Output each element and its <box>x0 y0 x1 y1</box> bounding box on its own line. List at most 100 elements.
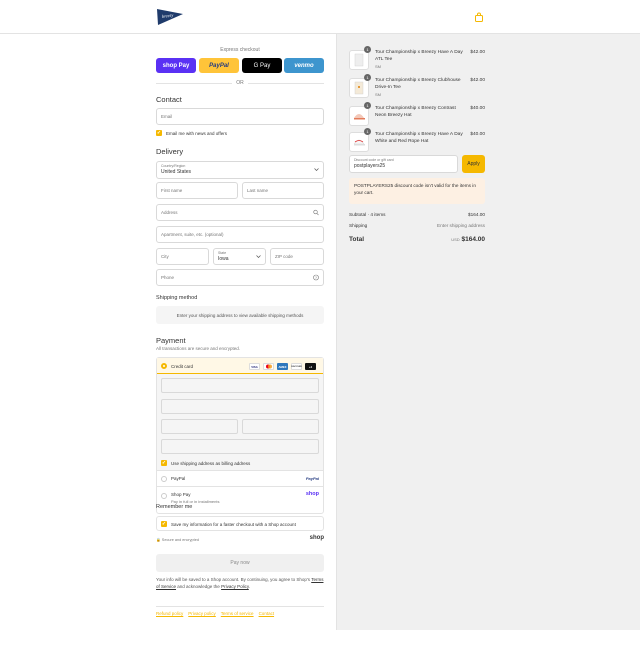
shop-pay-label: Shop Pay <box>171 492 191 497</box>
quantity-badge: 1 <box>364 128 371 135</box>
express-checkout-title: Express checkout <box>220 47 260 53</box>
zip-field[interactable]: ZIP code <box>270 248 324 265</box>
shipping-label: Shipping <box>349 223 368 228</box>
mastercard-icon <box>263 363 274 370</box>
shop-logo: shop <box>309 535 324 541</box>
or-divider: OR <box>156 79 324 87</box>
total-row: Total USD $164.00 <box>349 236 485 243</box>
cart-item: 1 Tour Championship x Breezy Have A Day … <box>349 128 485 154</box>
subtotal-value: $164.00 <box>468 212 485 217</box>
subtotal-row: Subtotal · 4 items $164.00 <box>349 212 485 217</box>
total-value: $164.00 <box>461 236 486 243</box>
shop-pay-logo: shop <box>305 491 319 497</box>
chevron-down-icon <box>314 168 319 173</box>
item-variant: SM <box>375 92 381 97</box>
quantity-badge: 1 <box>364 102 371 109</box>
shop-pay-button[interactable]: shop Pay <box>156 58 196 73</box>
secure-note: 🔒 Secure and encrypted <box>156 538 199 542</box>
credit-card-label: Credit card <box>171 363 194 369</box>
currency-code: USD <box>451 237 460 242</box>
product-image <box>349 132 369 152</box>
apply-discount-button[interactable]: Apply <box>462 155 485 173</box>
paypal-radio[interactable] <box>161 476 167 482</box>
svg-text:?: ? <box>315 275 317 279</box>
more-cards-icon: +4 <box>305 363 316 370</box>
payment-heading: Payment <box>156 336 186 345</box>
pay-now-button[interactable]: Pay now <box>156 554 324 572</box>
shop-pay-radio[interactable] <box>161 493 167 499</box>
payment-options: Credit card VISA AMEX DISCOVER +4 ✓ Use … <box>156 357 324 514</box>
save-info-label: Save my information for a faster checkou… <box>171 522 296 527</box>
credit-card-radio[interactable] <box>161 363 167 369</box>
save-info-checkbox[interactable]: ✓ <box>161 521 167 527</box>
search-icon <box>313 209 319 216</box>
newsletter-checkbox[interactable]: ✓ <box>156 130 162 136</box>
item-name: Tour Championship x Breezy Contrast Neon… <box>375 106 456 118</box>
legal-text: Your info will be saved to a Shop accoun… <box>156 577 324 589</box>
cart-item: 1 Tour Championship x Breezy Clubhouse D… <box>349 74 485 100</box>
product-image <box>349 106 369 126</box>
subtotal-label: Subtotal · 4 items <box>349 212 386 217</box>
shipping-method-message: Enter your shipping address to view avai… <box>156 306 324 324</box>
paypal-button[interactable]: PayPal <box>199 58 239 73</box>
credit-card-option[interactable]: Credit card VISA AMEX DISCOVER +4 <box>157 358 323 374</box>
name-on-card-field[interactable] <box>161 439 319 454</box>
chevron-down-icon <box>256 254 261 259</box>
last-name-field[interactable]: Last name <box>242 182 324 199</box>
first-name-field[interactable]: First name <box>156 182 238 199</box>
shipping-value: Enter shipping address <box>437 223 485 228</box>
apartment-field[interactable]: Apartment, suite, etc. (optional) <box>156 226 324 243</box>
item-name: Tour Championship x Breezy Clubhouse Dri… <box>375 78 461 90</box>
amex-icon: AMEX <box>277 363 288 370</box>
item-price: $42.00 <box>470 50 485 55</box>
item-variant: SM <box>375 64 381 69</box>
shipping-method-heading: Shipping method <box>156 295 198 301</box>
total-label: Total <box>349 236 365 243</box>
lock-icon: 🔒 <box>156 538 161 542</box>
remember-me-box: ✓ Save my information for a faster check… <box>156 516 324 531</box>
remember-me-heading: Remember me <box>156 504 193 510</box>
billing-label: Use shipping address as billing address <box>171 461 251 466</box>
header: breezy <box>0 0 640 34</box>
breezy-logo[interactable]: breezy <box>156 6 184 27</box>
google-pay-button[interactable]: G Pay <box>242 58 282 73</box>
card-number-field[interactable] <box>161 378 319 393</box>
paypal-option[interactable]: PayPal PayPal <box>157 470 323 486</box>
paypal-label: PayPal <box>171 476 186 481</box>
shipping-row: Shipping Enter shipping address <box>349 223 485 228</box>
quantity-badge: 1 <box>364 74 371 81</box>
phone-field[interactable]: Phone ? <box>156 269 324 286</box>
item-name: Tour Championship x Breezy Have A Day AT… <box>375 50 463 62</box>
help-icon[interactable]: ? <box>313 274 319 281</box>
cart-item: 1 Tour Championship x Breezy Have A Day … <box>349 46 485 72</box>
terms-of-service-link[interactable]: Terms of service <box>221 611 254 616</box>
security-code-field[interactable] <box>242 419 319 434</box>
item-price: $40.00 <box>470 132 485 137</box>
delivery-heading: Delivery <box>156 147 184 156</box>
discount-code-field[interactable]: Discount code or gift card postplayers25 <box>349 155 458 173</box>
city-field[interactable]: City <box>156 248 209 265</box>
cart-item: 1 Tour Championship x Breezy Contrast Ne… <box>349 102 485 128</box>
product-image <box>349 50 369 70</box>
privacy-policy-link[interactable]: Privacy policy <box>188 611 216 616</box>
footer-links: Refund policy Privacy policy Terms of se… <box>156 606 324 616</box>
state-select[interactable]: State Iowa <box>213 248 266 265</box>
contact-heading: Contact <box>156 95 182 104</box>
quantity-badge: 1 <box>364 46 371 53</box>
address-field[interactable]: Address <box>156 204 324 221</box>
payment-subtitle: All transactions are secure and encrypte… <box>156 346 241 351</box>
email-field[interactable]: Email <box>156 108 324 125</box>
discover-icon: DISCOVER <box>291 363 302 370</box>
country-select[interactable]: Country/Region United States <box>156 161 324 179</box>
contact-link[interactable]: Contact <box>259 611 275 616</box>
expiration-field[interactable] <box>161 419 238 434</box>
billing-checkbox[interactable]: ✓ <box>161 460 167 466</box>
item-price: $42.00 <box>470 78 485 83</box>
paypal-logo: PayPal <box>305 476 319 481</box>
card-number-field[interactable] <box>161 399 319 414</box>
refund-policy-link[interactable]: Refund policy <box>156 611 183 616</box>
shopping-bag-icon[interactable] <box>474 12 484 22</box>
privacy-link[interactable]: Privacy Policy <box>221 584 249 589</box>
item-price: $40.00 <box>470 106 485 111</box>
venmo-button[interactable]: venmo <box>284 58 324 73</box>
